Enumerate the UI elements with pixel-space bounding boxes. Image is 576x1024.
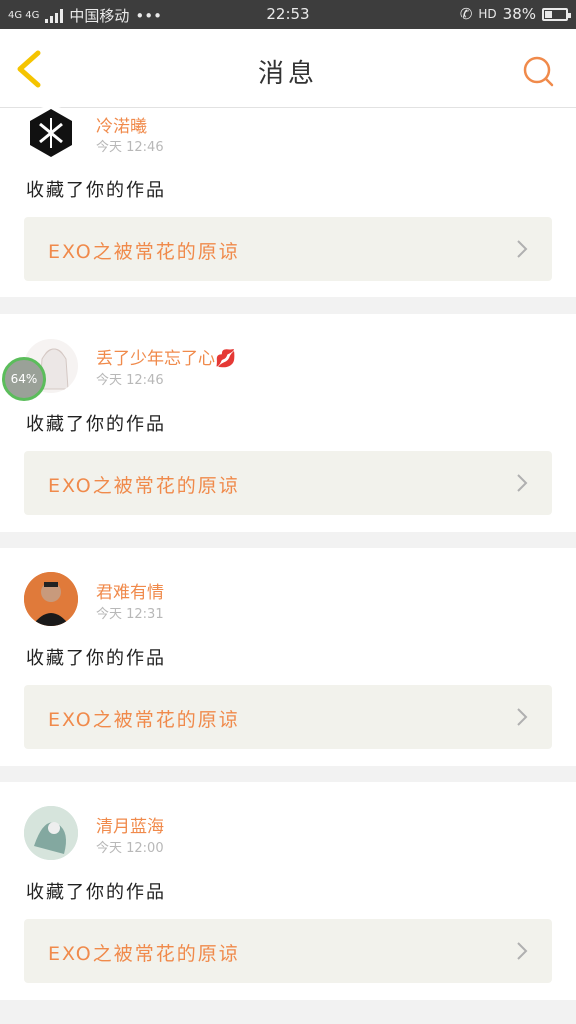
message-action: 收藏了你的作品 [26, 882, 166, 903]
message-time: 今天 12:31 [96, 607, 164, 622]
message-action: 收藏了你的作品 [26, 414, 166, 435]
message-time: 今天 12:46 [96, 140, 164, 155]
hd-call-icon: ✆ [459, 5, 473, 23]
status-bar: 4G 4G 中国移动 ••• 22:53 ✆ HD 38% [0, 0, 576, 29]
work-link[interactable]: EXO之被常花的原谅 [24, 919, 552, 983]
message-card: 君难有情 今天 12:31 收藏了你的作品 EXO之被常花的原谅 [0, 548, 576, 766]
work-link[interactable]: EXO之被常花的原谅 [24, 685, 552, 749]
user-name[interactable]: 清月蓝海 [96, 812, 164, 837]
work-link[interactable]: EXO之被常花的原谅 [24, 451, 552, 515]
avatar[interactable] [24, 572, 78, 626]
work-link[interactable]: EXO之被常花的原谅 [24, 217, 552, 281]
search-icon[interactable] [522, 55, 554, 87]
work-title: EXO之被常花的原谅 [48, 943, 240, 965]
message-card: 清月蓝海 今天 12:00 收藏了你的作品 EXO之被常花的原谅 [0, 782, 576, 1000]
floating-progress-badge[interactable]: 64% [2, 357, 46, 401]
work-title: EXO之被常花的原谅 [48, 475, 240, 497]
avatar[interactable] [24, 806, 78, 860]
nav-bar: 消息 [0, 29, 576, 108]
battery-icon [542, 7, 571, 21]
work-title: EXO之被常花的原谅 [48, 241, 240, 263]
chevron-right-icon [517, 240, 528, 258]
avatar[interactable] [24, 106, 78, 160]
user-name[interactable]: 君难有情 [96, 578, 164, 603]
message-card: 丢了少年忘了心💋 今天 12:46 收藏了你的作品 EXO之被常花的原谅 [0, 314, 576, 532]
user-name[interactable]: 丢了少年忘了心💋 [96, 344, 236, 369]
chevron-right-icon [517, 942, 528, 960]
work-title: EXO之被常花的原谅 [48, 709, 240, 731]
battery-percent: 38% [502, 5, 536, 23]
page-title: 消息 [257, 59, 318, 89]
message-time: 今天 12:00 [96, 841, 164, 856]
user-name[interactable]: 冷渃曦 [96, 112, 147, 137]
message-card: 冷渃曦 今天 12:46 收藏了你的作品 EXO之被常花的原谅 [0, 106, 576, 297]
chevron-right-icon [517, 708, 528, 726]
chevron-right-icon [517, 474, 528, 492]
message-action: 收藏了你的作品 [26, 180, 166, 201]
message-time: 今天 12:46 [96, 373, 164, 388]
message-action: 收藏了你的作品 [26, 648, 166, 669]
hd-label: HD [478, 7, 497, 21]
